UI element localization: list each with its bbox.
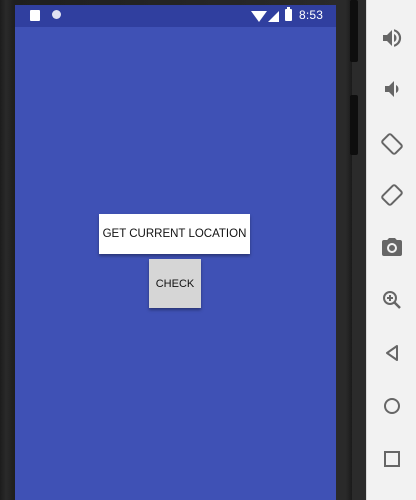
circle-notification-icon xyxy=(52,10,61,19)
back-icon[interactable] xyxy=(367,336,416,370)
wifi-icon xyxy=(251,11,267,22)
home-icon[interactable] xyxy=(367,389,416,423)
overview-icon[interactable] xyxy=(367,442,416,476)
device-bezel: 8:53 GET CURRENT LOCATION CHECK xyxy=(0,0,358,500)
status-bar: 8:53 xyxy=(15,5,336,27)
battery-icon xyxy=(285,7,292,21)
rotate-left-icon[interactable] xyxy=(367,127,416,161)
volume-rocker xyxy=(350,95,358,155)
volume-up-icon[interactable] xyxy=(367,21,416,55)
sd-card-icon xyxy=(30,10,40,21)
device-screen: 8:53 GET CURRENT LOCATION CHECK xyxy=(15,5,336,500)
status-time: 8:53 xyxy=(299,8,324,22)
rotate-right-icon[interactable] xyxy=(367,178,416,212)
zoom-in-icon[interactable] xyxy=(367,283,416,317)
emulator-side-panel xyxy=(366,0,416,500)
signal-icon xyxy=(268,11,279,22)
check-button[interactable]: CHECK xyxy=(149,259,201,308)
get-current-location-button[interactable]: GET CURRENT LOCATION xyxy=(99,214,250,254)
volume-down-icon[interactable] xyxy=(367,72,416,106)
power-button xyxy=(350,0,358,62)
camera-icon[interactable] xyxy=(367,230,416,264)
